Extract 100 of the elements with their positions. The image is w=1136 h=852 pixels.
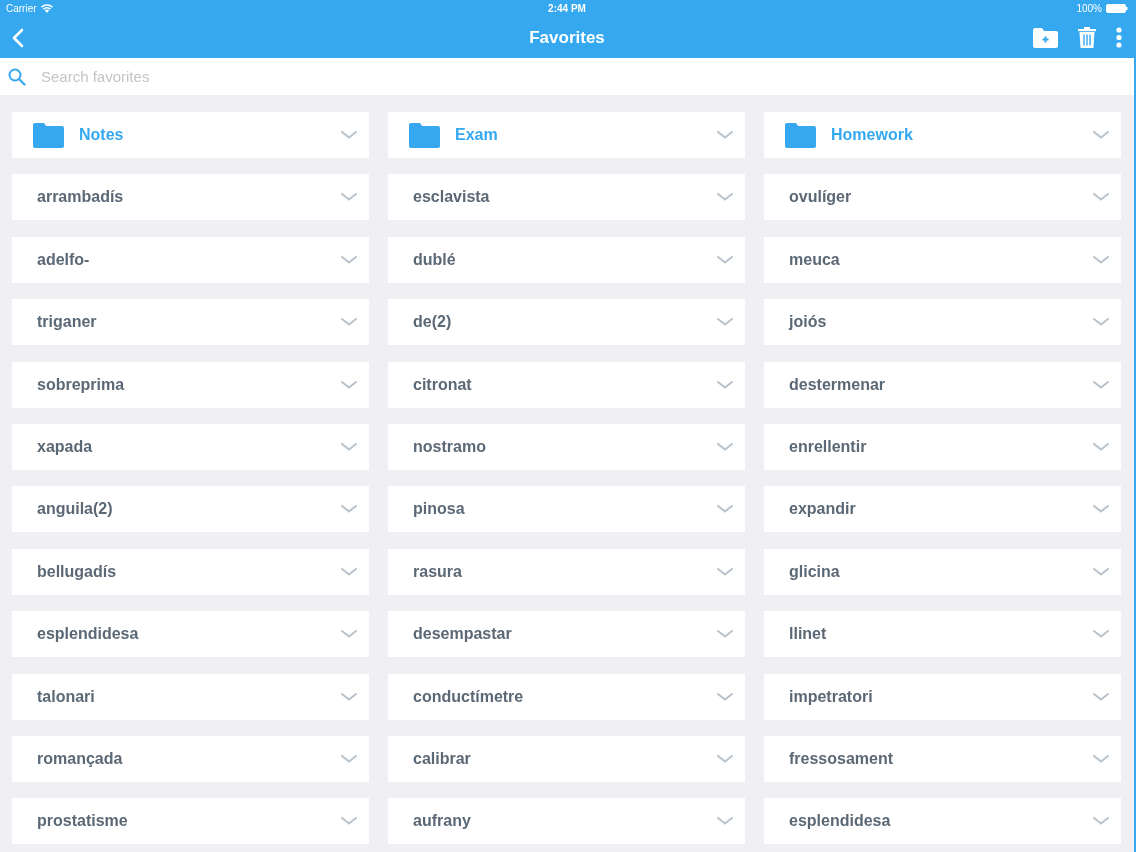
- search-bar[interactable]: Search favorites: [0, 58, 1134, 95]
- battery-icon: [1106, 4, 1128, 13]
- item-label: desempastar: [413, 625, 513, 644]
- chevron-down-icon[interactable]: [717, 193, 733, 202]
- chevron-down-icon[interactable]: [341, 255, 357, 264]
- list-item[interactable]: aufrany: [388, 798, 745, 845]
- item-label: citronat: [413, 375, 473, 394]
- new-folder-icon[interactable]: [1033, 27, 1058, 48]
- list-item[interactable]: nostramo: [388, 423, 745, 470]
- list-item[interactable]: sobreprima: [12, 361, 369, 408]
- list-item[interactable]: romançada: [12, 735, 369, 782]
- chevron-down-icon[interactable]: [341, 193, 357, 202]
- list-item[interactable]: ovulíger: [764, 174, 1121, 221]
- search-icon: [8, 67, 26, 86]
- item-label: triganer: [37, 313, 98, 332]
- list-item[interactable]: esplendidesa: [12, 611, 369, 658]
- chevron-down-icon[interactable]: [717, 630, 733, 639]
- item-label: fressosament: [789, 749, 895, 768]
- list-item[interactable]: joiós: [764, 299, 1121, 346]
- chevron-down-icon[interactable]: [1093, 131, 1109, 139]
- status-time: 2:44 PM: [548, 3, 586, 14]
- list-item[interactable]: llinet: [764, 611, 1121, 658]
- chevron-down-icon[interactable]: [717, 380, 733, 389]
- list-item[interactable]: glicina: [764, 548, 1121, 595]
- chevron-down-icon[interactable]: [1093, 692, 1109, 701]
- list-item[interactable]: arrambadís: [12, 174, 369, 221]
- list-item[interactable]: conductímetre: [388, 673, 745, 720]
- chevron-down-icon[interactable]: [717, 131, 733, 139]
- chevron-down-icon[interactable]: [717, 318, 733, 327]
- item-label: esplendidesa: [789, 812, 892, 831]
- item-label: enrellentir: [789, 437, 868, 456]
- chevron-down-icon[interactable]: [717, 817, 733, 826]
- item-label: de(2): [413, 313, 453, 332]
- list-item[interactable]: de(2): [388, 299, 745, 346]
- chevron-down-icon[interactable]: [717, 754, 733, 763]
- trash-icon[interactable]: [1078, 27, 1096, 48]
- item-label: dublé: [413, 250, 457, 269]
- list-item[interactable]: esclavista: [388, 174, 745, 221]
- chevron-down-icon[interactable]: [1093, 630, 1109, 639]
- list-item[interactable]: expandir: [764, 486, 1121, 533]
- list-item[interactable]: dublé: [388, 236, 745, 283]
- item-label: glicina: [789, 562, 841, 581]
- list-item[interactable]: citronat: [388, 361, 745, 408]
- item-label: talonari: [37, 687, 96, 706]
- list-item[interactable]: esplendidesa: [764, 798, 1121, 845]
- chevron-down-icon[interactable]: [1093, 505, 1109, 514]
- list-item[interactable]: talonari: [12, 673, 369, 720]
- chevron-down-icon[interactable]: [341, 318, 357, 327]
- chevron-down-icon[interactable]: [1093, 380, 1109, 389]
- list-item[interactable]: enrellentir: [764, 423, 1121, 470]
- list-item[interactable]: xapada: [12, 423, 369, 470]
- search-field[interactable]: Search favorites: [39, 67, 1126, 86]
- list-item[interactable]: meuca: [764, 236, 1121, 283]
- item-label: Notes: [79, 126, 125, 144]
- chevron-down-icon[interactable]: [717, 255, 733, 264]
- item-label: nostramo: [413, 437, 487, 456]
- list-item[interactable]: destermenar: [764, 361, 1121, 408]
- item-label: conductímetre: [413, 687, 525, 706]
- chevron-down-icon[interactable]: [1093, 442, 1109, 451]
- list-item[interactable]: pinosa: [388, 486, 745, 533]
- item-label: meuca: [789, 250, 841, 269]
- chevron-down-icon[interactable]: [341, 754, 357, 763]
- chevron-down-icon[interactable]: [717, 442, 733, 451]
- list-item[interactable]: adelfo-: [12, 236, 369, 283]
- list-item[interactable]: desempastar: [388, 611, 745, 658]
- chevron-down-icon[interactable]: [1093, 754, 1109, 763]
- list-item[interactable]: anguila(2): [12, 486, 369, 533]
- carrier-label: Carrier: [6, 3, 37, 14]
- list-item[interactable]: triganer: [12, 299, 369, 346]
- list-item[interactable]: prostatisme: [12, 798, 369, 845]
- more-icon[interactable]: [1116, 27, 1122, 48]
- item-label: xapada: [37, 437, 94, 456]
- chevron-down-icon[interactable]: [717, 567, 733, 576]
- chevron-down-icon[interactable]: [341, 630, 357, 639]
- list-item[interactable]: fressosament: [764, 735, 1121, 782]
- chevron-down-icon[interactable]: [341, 692, 357, 701]
- list-item[interactable]: bellugadís: [12, 548, 369, 595]
- chevron-down-icon[interactable]: [717, 692, 733, 701]
- folder-icon: [33, 122, 64, 148]
- back-button[interactable]: [12, 27, 24, 48]
- list-item[interactable]: impetratori: [764, 673, 1121, 720]
- chevron-down-icon[interactable]: [341, 567, 357, 576]
- chevron-down-icon[interactable]: [1093, 193, 1109, 202]
- chevron-down-icon[interactable]: [1093, 567, 1109, 576]
- list-item[interactable]: rasura: [388, 548, 745, 595]
- list-item[interactable]: calibrar: [388, 735, 745, 782]
- chevron-down-icon[interactable]: [341, 505, 357, 514]
- chevron-down-icon[interactable]: [341, 442, 357, 451]
- item-label: aufrany: [413, 812, 472, 831]
- item-label: romançada: [37, 749, 124, 768]
- chevron-down-icon[interactable]: [341, 817, 357, 826]
- item-label: arrambadís: [37, 188, 125, 207]
- chevron-down-icon[interactable]: [341, 380, 357, 389]
- chevron-down-icon[interactable]: [341, 131, 357, 139]
- folder-icon: [785, 122, 816, 148]
- chevron-down-icon[interactable]: [1093, 318, 1109, 327]
- item-label: esclavista: [413, 188, 491, 207]
- chevron-down-icon[interactable]: [1093, 255, 1109, 264]
- chevron-down-icon[interactable]: [1093, 817, 1109, 826]
- chevron-down-icon[interactable]: [717, 505, 733, 514]
